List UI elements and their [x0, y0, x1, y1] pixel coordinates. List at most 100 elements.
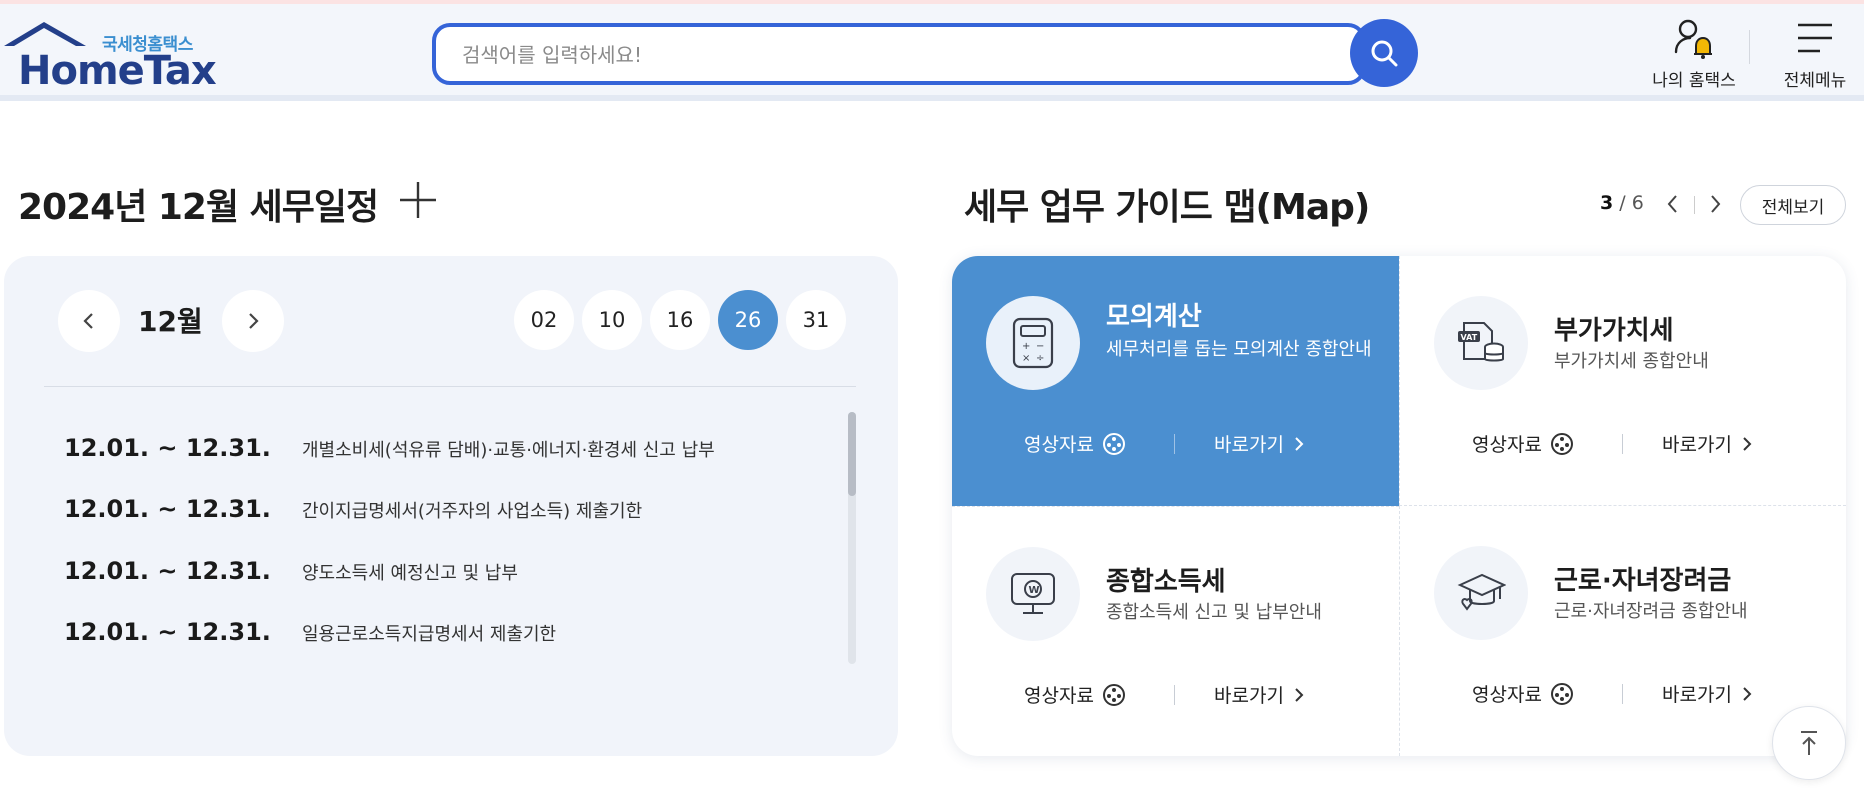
plus-icon	[400, 182, 436, 218]
go-link[interactable]: 바로가기	[1214, 430, 1306, 457]
schedule-title: 2024년 12월 세무일정	[18, 187, 379, 228]
video-link[interactable]: 영상자료	[1472, 680, 1574, 707]
next-month-button[interactable]	[222, 290, 284, 352]
schedule-scrollbar[interactable]	[848, 412, 856, 664]
chevron-right-icon	[1295, 687, 1304, 702]
card-title: 모의계산	[1106, 302, 1202, 332]
scroll-to-top-button[interactable]	[1772, 706, 1846, 780]
my-hometax-label: 나의 홈택스	[1652, 71, 1736, 91]
film-reel-icon	[1550, 432, 1573, 455]
prev-month-button[interactable]	[58, 290, 120, 352]
card-links: 영상자료 바로가기	[952, 426, 1399, 460]
current-month: 12월	[138, 305, 203, 338]
card-links: 영상자료 바로가기	[952, 677, 1399, 711]
header-divider	[1749, 30, 1750, 64]
site-header: 국세청홈택스 HomeTax 나의 홈택스 전체메뉴	[0, 4, 1864, 101]
schedule-item-desc: 일용근로소득지급명세서 제출기한	[302, 624, 557, 645]
scrollbar-thumb[interactable]	[848, 412, 856, 496]
svg-text:W: W	[1029, 585, 1040, 596]
video-link[interactable]: 영상자료	[1024, 681, 1126, 708]
svg-text:−: −	[1036, 341, 1044, 352]
guide-map-grid: + − × ÷ 모의계산 세무처리를 돕는 모의계산 종합안내 영상자료 바로가…	[952, 256, 1846, 756]
day-chip-10[interactable]: 10	[582, 290, 642, 350]
schedule-item-date: 12.01. ~ 12.31.	[64, 557, 271, 585]
day-chip-26-active[interactable]: 26	[718, 290, 778, 350]
schedule-more-button[interactable]	[398, 180, 438, 220]
card-desc: 부가가치세 종합안내	[1554, 351, 1709, 372]
card-desc: 근로·자녀장려금 종합안내	[1554, 601, 1748, 622]
user-bell-icon	[1674, 19, 1712, 59]
all-menu-label: 전체메뉴	[1783, 71, 1847, 91]
schedule-divider	[44, 386, 856, 387]
card-links: 영상자료 바로가기	[1400, 426, 1846, 460]
svg-text:÷: ÷	[1036, 353, 1044, 364]
link-divider	[1622, 684, 1623, 704]
chevron-right-icon	[1711, 195, 1721, 213]
search-box	[432, 23, 1366, 85]
schedule-item-desc: 간이지급명세서(거주자의 사업소득) 제출기한	[302, 501, 643, 522]
day-chip-16[interactable]: 16	[650, 290, 710, 350]
svg-text:+: +	[1022, 341, 1030, 352]
guide-card-income-tax[interactable]: W 종합소득세 종합소득세 신고 및 납부안내 영상자료 바로가기	[952, 506, 1399, 756]
calculator-icon: + − × ÷	[986, 296, 1080, 390]
go-link[interactable]: 바로가기	[1662, 430, 1754, 457]
video-link[interactable]: 영상자료	[1472, 430, 1574, 457]
chevron-right-icon	[249, 313, 259, 329]
card-desc: 세무처리를 돕는 모의계산 종합안내	[1106, 339, 1372, 360]
guide-next-button[interactable]	[1702, 190, 1728, 218]
video-link-label: 영상자료	[1472, 684, 1542, 706]
day-chip-02[interactable]: 02	[514, 290, 574, 350]
pager-total: / 6	[1613, 192, 1644, 214]
search-input[interactable]	[462, 39, 1322, 71]
svg-text:×: ×	[1022, 353, 1030, 364]
go-link[interactable]: 바로가기	[1214, 681, 1306, 708]
video-link-label: 영상자료	[1024, 685, 1094, 707]
chevron-right-icon	[1743, 686, 1752, 701]
monitor-won-icon: W	[986, 547, 1080, 641]
go-link-label: 바로가기	[1662, 434, 1732, 456]
schedule-panel: 12월 02 10 16 26 31 12.01. ~ 12.31. 개별소비세…	[4, 256, 898, 756]
link-divider	[1622, 434, 1623, 454]
card-title: 근로·자녀장려금	[1554, 566, 1732, 596]
go-link-label: 바로가기	[1662, 684, 1732, 706]
svg-text:VAT: VAT	[1461, 333, 1478, 342]
schedule-item-date: 12.01. ~ 12.31.	[64, 434, 271, 462]
guide-prev-button[interactable]	[1660, 190, 1686, 218]
hometax-logo[interactable]: 국세청홈택스 HomeTax	[4, 20, 217, 94]
film-reel-icon	[1102, 683, 1125, 706]
search-button[interactable]	[1350, 19, 1418, 87]
my-hometax-button[interactable]: 나의 홈택스	[1630, 18, 1758, 91]
chevron-right-icon	[1743, 436, 1752, 451]
schedule-item-desc: 양도소득세 예정신고 및 납부	[302, 563, 518, 584]
guide-card-earned-income-credit[interactable]: 근로·자녀장려금 근로·자녀장려금 종합안내 영상자료 바로가기	[1399, 506, 1846, 756]
logo-wordmark: HomeTax	[18, 48, 217, 94]
guide-card-mock-calc[interactable]: + − × ÷ 모의계산 세무처리를 돕는 모의계산 종합안내 영상자료 바로가…	[952, 256, 1399, 506]
link-divider	[1174, 685, 1175, 705]
all-menu-button[interactable]: 전체메뉴	[1770, 18, 1860, 91]
card-title: 종합소득세	[1106, 567, 1226, 597]
arrow-up-icon	[1801, 731, 1817, 755]
guide-map-title: 세무 업무 가이드 맵(Map)	[964, 187, 1370, 228]
card-links: 영상자료 바로가기	[1400, 676, 1846, 710]
card-title: 부가가치세	[1554, 316, 1674, 346]
film-reel-icon	[1550, 682, 1573, 705]
schedule-item-desc: 개별소비세(석유류 담배)·교통·에너지·환경세 신고 납부	[302, 440, 715, 461]
video-link-label: 영상자료	[1472, 434, 1542, 456]
pager-divider	[1694, 196, 1695, 214]
chevron-left-icon	[83, 313, 93, 329]
search-icon	[1371, 40, 1398, 67]
view-all-button[interactable]: 전체보기	[1740, 185, 1846, 225]
hamburger-menu-icon	[1798, 23, 1832, 53]
link-divider	[1174, 434, 1175, 454]
day-chip-31[interactable]: 31	[786, 290, 846, 350]
graduation-cap-icon	[1434, 546, 1528, 640]
video-link[interactable]: 영상자료	[1024, 430, 1126, 457]
go-link-label: 바로가기	[1214, 685, 1284, 707]
search-bar	[432, 19, 1418, 89]
card-desc: 종합소득세 신고 및 납부안내	[1106, 602, 1322, 623]
chevron-right-icon	[1295, 436, 1304, 451]
guide-card-vat[interactable]: VAT 부가가치세 부가가치세 종합안내 영상자료 바로가기	[1399, 256, 1846, 506]
film-reel-icon	[1102, 432, 1125, 455]
pager-current: 3	[1600, 192, 1614, 214]
go-link[interactable]: 바로가기	[1662, 680, 1754, 707]
